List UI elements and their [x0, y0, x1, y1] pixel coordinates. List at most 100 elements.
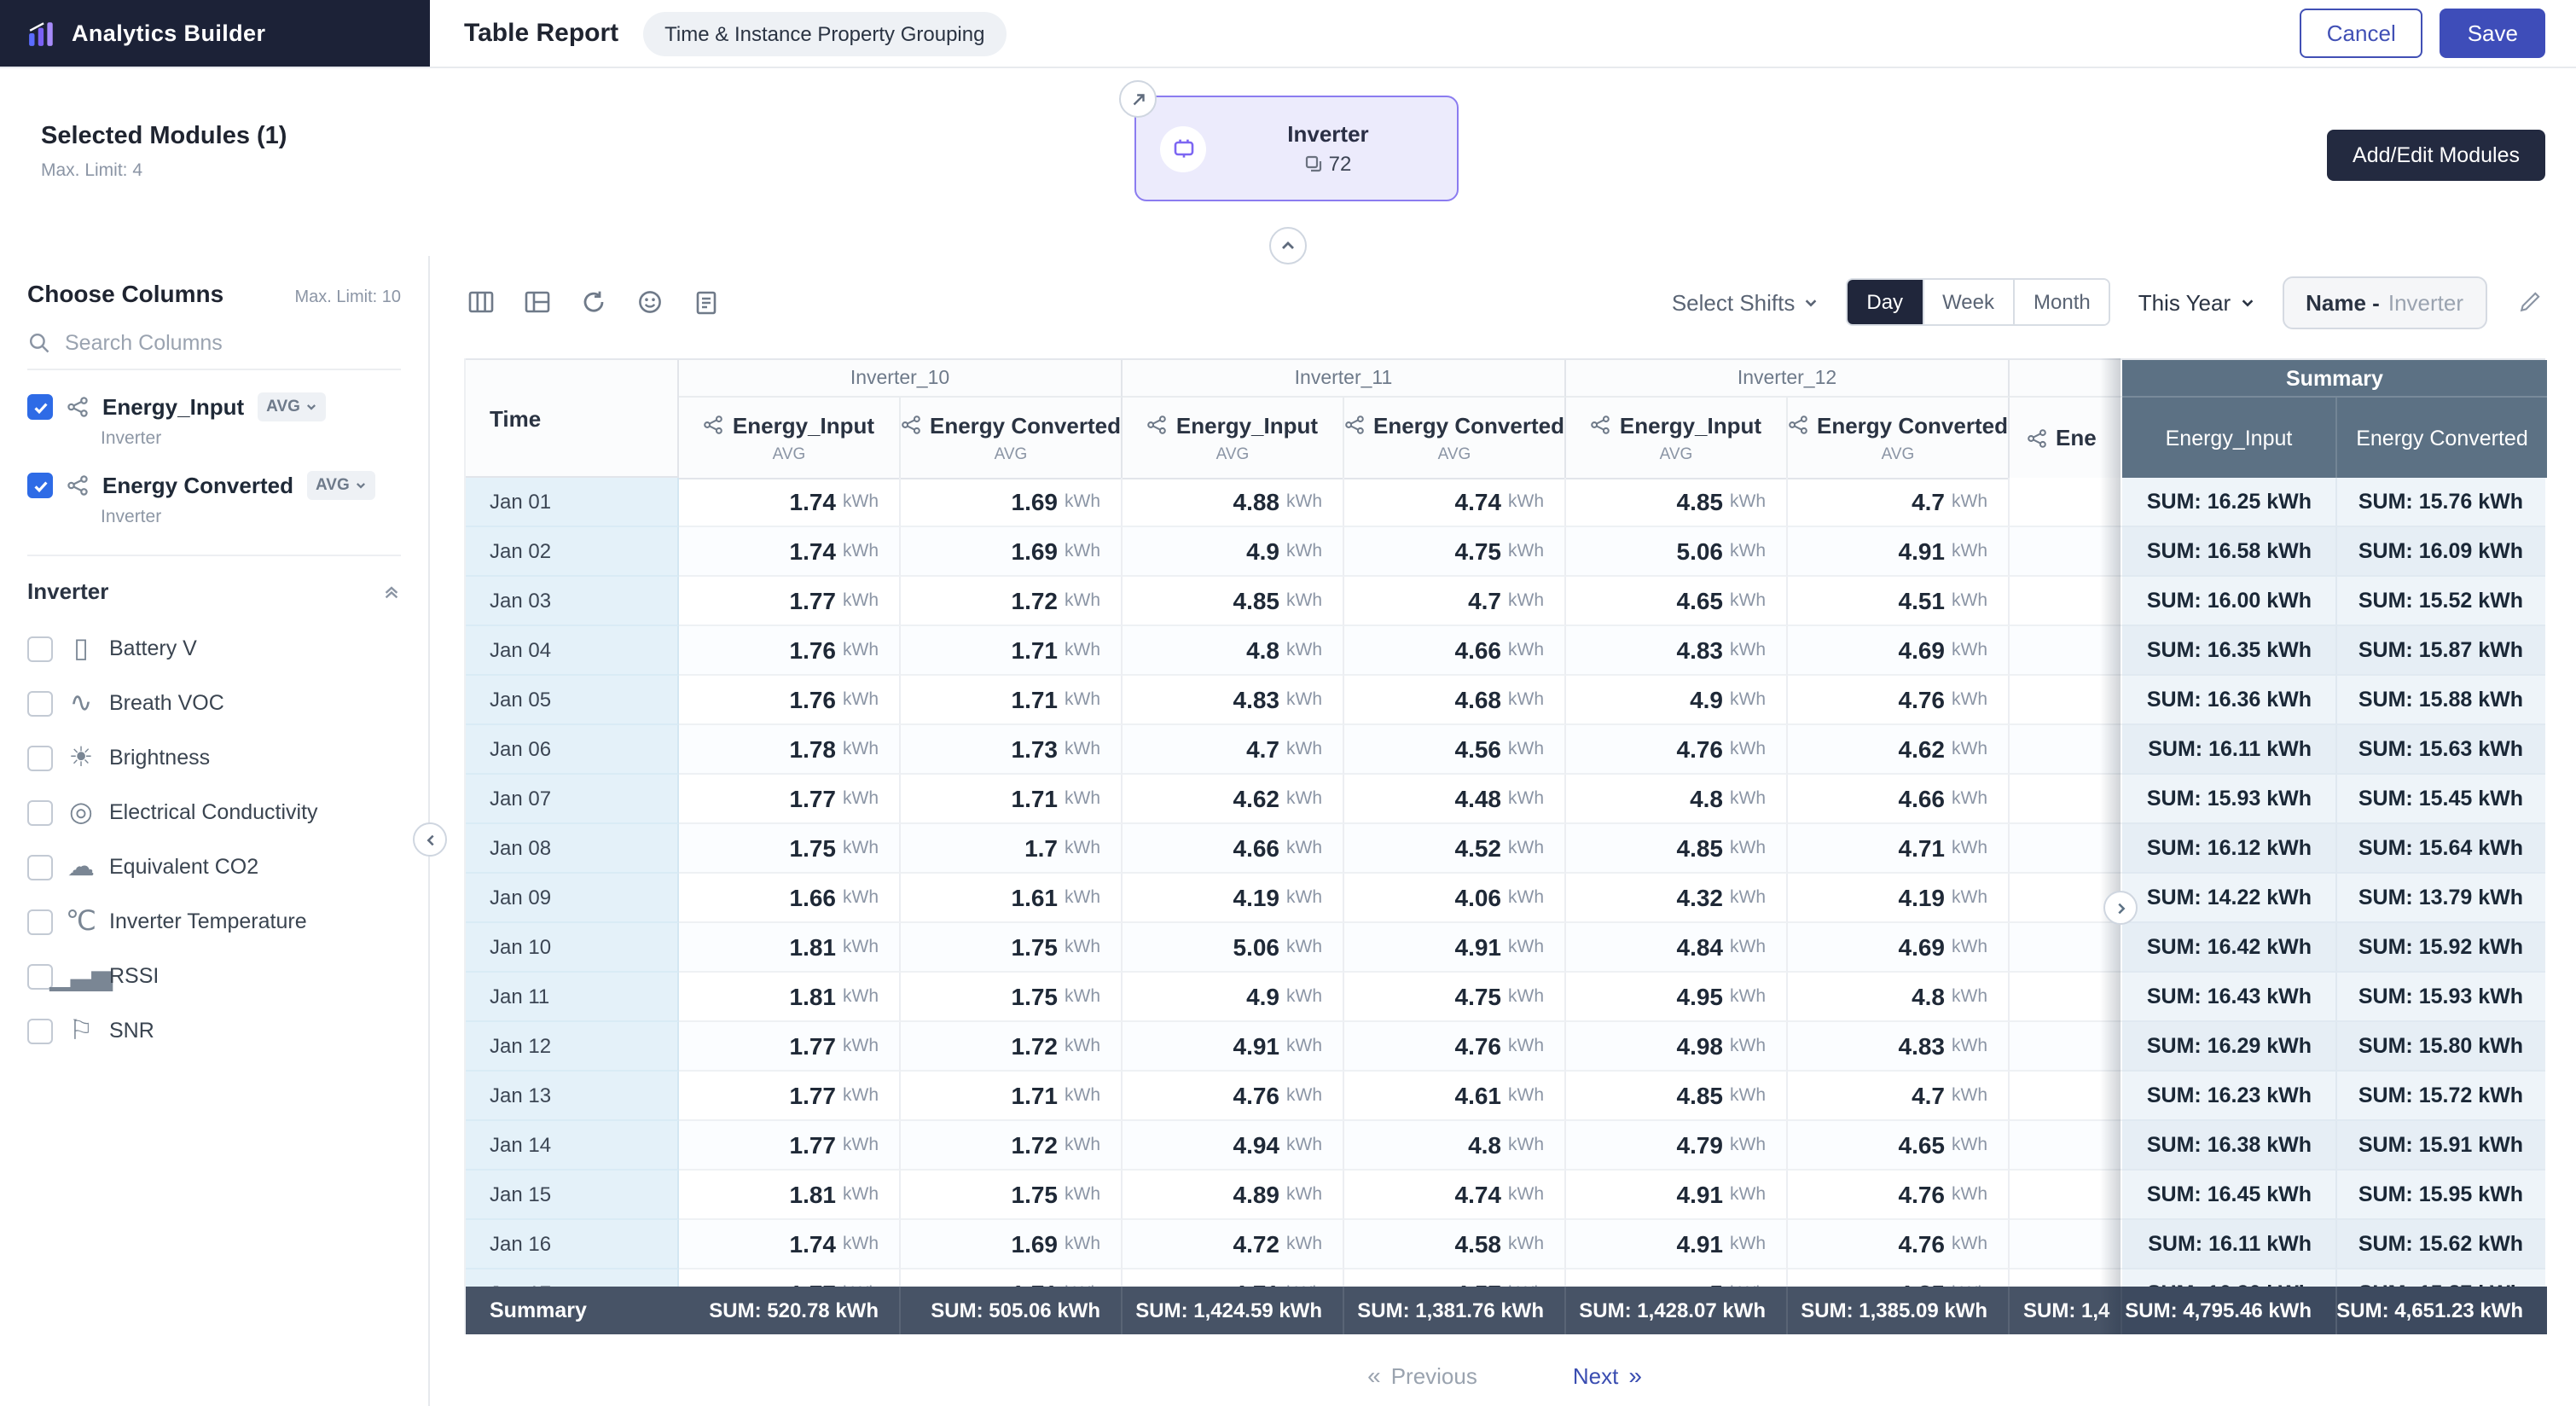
column-checkbox[interactable] [27, 1018, 53, 1043]
time-cell: Jan 10 [466, 923, 679, 973]
value-cell: 4.52kWh [1344, 824, 1566, 874]
energy-converted-checkbox[interactable] [27, 473, 53, 498]
table-row: Jan 13 1.77kWh 1.71kWh 4.76kWh 4.61kWh 4… [466, 1072, 2545, 1121]
search-columns [27, 331, 401, 370]
column-checkbox[interactable] [27, 690, 53, 716]
time-cell: Jan 12 [466, 1022, 679, 1072]
instance-group: Inverter_10 Energy_Input AVG [679, 360, 1123, 478]
value-cell: 4.9kWh [1566, 676, 1788, 725]
app-window: Analytics Builder Table Report Time & In… [0, 0, 2576, 1406]
column-checkbox[interactable] [27, 854, 53, 880]
table-row: Jan 14 1.77kWh 1.72kWh 4.94kWh 4.8kWh 4.… [466, 1121, 2545, 1171]
value-cell: 4.8kWh [1123, 626, 1344, 676]
value-cell: 4.76kWh [1788, 676, 2010, 725]
value-cell: 4.66kWh [1344, 626, 1566, 676]
summary-sum-cell: SUM: 15.64 kWh [2335, 824, 2545, 874]
table-row: Jan 10 1.81kWh 1.75kWh 5.06kWh 4.91kWh 4… [466, 923, 2545, 973]
table-row: Jan 07 1.77kWh 1.71kWh 4.62kWh 4.48kWh 4… [466, 775, 2545, 824]
time-cell: Jan 14 [466, 1121, 679, 1171]
aggregation-dropdown[interactable]: AVG [307, 471, 375, 500]
refresh-icon[interactable] [577, 285, 611, 319]
value-cell: 4.94kWh [1123, 1121, 1344, 1171]
next-page-button[interactable]: Next » [1573, 1362, 1642, 1389]
column-list-item[interactable]: ℃ Inverter Temperature [27, 894, 401, 949]
column-checkbox[interactable] [27, 745, 53, 770]
value-cell: 1.71kWh [901, 626, 1123, 676]
add-edit-modules-button[interactable]: Add/Edit Modules [2327, 130, 2545, 181]
value-cell: 4.7kWh [1788, 1072, 2010, 1121]
date-range-dropdown[interactable]: This Year [2138, 289, 2254, 315]
measurement-icon [1591, 415, 1611, 435]
cancel-button[interactable]: Cancel [2300, 9, 2423, 58]
clipped-value-cell [2010, 1171, 2122, 1220]
value-cell: 1.75kWh [901, 973, 1123, 1022]
summary-sum-cell: SUM: 16.45 kWh [2122, 1171, 2335, 1220]
column-checkbox[interactable] [27, 799, 53, 825]
clipped-value-cell [2010, 1072, 2122, 1121]
collapse-sidebar-button[interactable] [413, 822, 447, 857]
table-row: Jan 01 1.74kWh 1.69kWh 4.88kWh 4.74kWh 4… [466, 478, 2545, 527]
table-row: Jan 06 1.78kWh 1.73kWh 4.7kWh 4.56kWh 4.… [466, 725, 2545, 775]
summary-title: Summary [2122, 360, 2547, 398]
value-cell: 1.78kWh [679, 725, 901, 775]
column-list-item[interactable]: ▯ Battery V [27, 621, 401, 676]
column-list-item[interactable]: ☀ Brightness [27, 730, 401, 785]
period-month-button[interactable]: Month [2013, 280, 2109, 324]
collapse-section-icon[interactable] [382, 582, 401, 601]
period-week-button[interactable]: Week [1922, 280, 2013, 324]
selected-modules-band: Selected Modules (1) Max. Limit: 4 Inver… [0, 68, 2576, 256]
clipped-value-cell [2010, 775, 2122, 824]
temperature-icon: ℃ [68, 904, 94, 938]
brand: Analytics Builder [0, 0, 430, 67]
value-cell: 4.91kWh [1344, 923, 1566, 973]
value-cell: 1.77kWh [679, 1022, 901, 1072]
summary-sum-cell: SUM: 16.29 kWh [2122, 1022, 2335, 1072]
time-cell: Jan 15 [466, 1171, 679, 1220]
value-cell: 4.83kWh [1788, 1022, 2010, 1072]
card-view-icon[interactable] [520, 285, 554, 319]
value-cell: 5.06kWh [1123, 923, 1344, 973]
column-label: RSSI [109, 964, 159, 988]
column-label: Battery V [109, 636, 197, 660]
save-button[interactable]: Save [2440, 9, 2545, 58]
previous-icon: « [1367, 1362, 1381, 1389]
column-checkbox[interactable] [27, 636, 53, 661]
value-cell: 1.81kWh [679, 923, 901, 973]
notes-icon[interactable] [689, 285, 723, 319]
summary-sum-cell: SUM: 15.80 kWh [2335, 1022, 2545, 1072]
value-cell: 4.58kWh [1344, 1220, 1566, 1269]
clipped-value-cell [2010, 577, 2122, 626]
value-cell: 1.74kWh [679, 527, 901, 577]
table-row: Jan 16 1.74kWh 1.69kWh 4.72kWh 4.58kWh 4… [466, 1220, 2545, 1269]
rssi-signal-icon: ▁▃▅ [68, 959, 94, 993]
aggregation-dropdown[interactable]: AVG [258, 392, 326, 421]
edit-name-icon[interactable] [2515, 287, 2545, 317]
value-cell: 4.76kWh [1788, 1171, 2010, 1220]
columns-view-icon[interactable] [464, 285, 498, 319]
column-list-item[interactable]: ▁▃▅ RSSI [27, 949, 401, 1003]
select-shifts-dropdown[interactable]: Select Shifts [1672, 289, 1819, 315]
value-cell: 1.75kWh [901, 1171, 1123, 1220]
period-toggle: Day Week Month [1846, 278, 2110, 326]
column-list-item[interactable]: ☁ Equivalent CO2 [27, 840, 401, 894]
column-checkbox[interactable] [27, 909, 53, 934]
energy-input-checkbox[interactable] [27, 394, 53, 420]
emoji-icon[interactable] [633, 285, 667, 319]
measurement-icon [704, 415, 724, 435]
expand-summary-button[interactable] [2103, 891, 2138, 925]
value-cell: 4.71kWh [1788, 824, 2010, 874]
search-columns-input[interactable] [65, 331, 355, 355]
column-list-item[interactable]: ∿ Breath VOC [27, 676, 401, 730]
column-list-item[interactable]: ◎ Electrical Conductivity [27, 785, 401, 840]
measurement-icon [1147, 415, 1168, 435]
column-list-item[interactable]: ⚐ SNR [27, 1003, 401, 1058]
value-cell: 4.66kWh [1788, 775, 2010, 824]
value-cell: 1.66kWh [679, 874, 901, 923]
module-node-inverter[interactable]: Inverter 72 [1134, 96, 1459, 201]
previous-page-button[interactable]: « Previous [1367, 1362, 1477, 1389]
table-row: Jan 04 1.76kWh 1.71kWh 4.8kWh 4.66kWh 4.… [466, 626, 2545, 676]
period-day-button[interactable]: Day [1848, 280, 1922, 324]
value-cell: 4.76kWh [1344, 1022, 1566, 1072]
value-cell: 1.71kWh [901, 676, 1123, 725]
connect-node-button[interactable] [1119, 80, 1157, 118]
